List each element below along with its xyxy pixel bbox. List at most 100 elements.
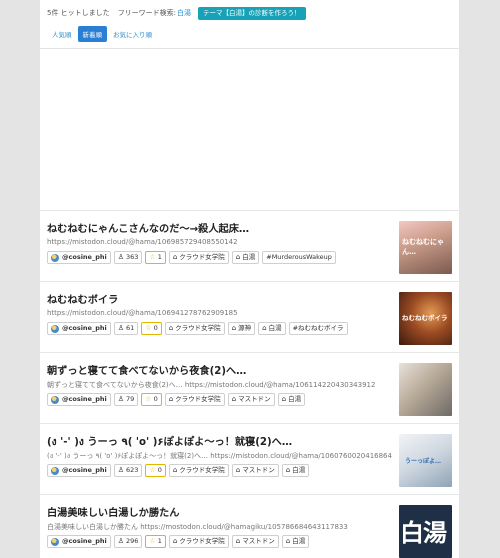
tag-chip[interactable]: ⌂ 源神 — [227, 322, 256, 335]
author-chip[interactable]: @cosine_phi — [47, 393, 111, 406]
tag-row: @cosine_phi ♙ 296 ☆ 1 ⌂ クラウド女学院 ⌂ マストドン ⌂ 白湯 — [47, 535, 310, 548]
person-icon: ♙ — [117, 466, 124, 474]
author-name: @cosine_phi — [62, 537, 107, 545]
tag-label: クラウド女学院 — [179, 253, 225, 261]
star-icon: ☆ — [149, 253, 156, 261]
tag-label: クラウド女学院 — [179, 466, 225, 474]
result-subtitle: 朝ずっと寝てて食べてないから夜食(2)へ… https://mistodon.c… — [47, 381, 376, 389]
tag-chip[interactable]: ⌂ クラウド女学院 — [164, 322, 225, 335]
sort-tabs: 人気順 新着順 お気に入り順 — [47, 25, 158, 42]
author-chip[interactable]: @cosine_phi — [47, 464, 111, 477]
star-count: 1 — [157, 253, 162, 261]
user-count-chip: ♙ 61 — [113, 322, 139, 335]
tab-favorites[interactable]: お気に入り順 — [108, 26, 157, 42]
tag-icon: ⌂ — [168, 324, 174, 332]
list-item[interactable]: ねむねむボイラ https://mistodon.cloud/@hama/106… — [40, 281, 459, 352]
tag-chip[interactable]: ⌂ 白湯 — [231, 251, 260, 264]
tag-icon: ⌂ — [285, 537, 291, 545]
person-icon: ♙ — [117, 324, 124, 332]
tag-icon: ⌂ — [231, 395, 237, 403]
author-chip[interactable]: @cosine_phi — [47, 535, 111, 548]
tag-icon: ⌂ — [281, 395, 287, 403]
tag-chip[interactable]: ⌂ マストドン — [231, 535, 279, 548]
tag-icon: ⌂ — [235, 466, 241, 474]
star-chip[interactable]: ☆ 0 — [141, 393, 162, 406]
tag-chip[interactable]: ⌂ クラウド女学院 — [168, 251, 229, 264]
tag-label: マストドン — [242, 537, 275, 545]
user-count: 61 — [126, 324, 135, 332]
star-chip[interactable]: ☆ 0 — [141, 322, 162, 335]
result-subtitle: (ง '-' )ง うーっ ٩( 'o' )۶ぽよぽよ〜っ！就寝(2)へ… ht… — [47, 452, 392, 460]
tag-chip[interactable]: #MurderousWakeup — [262, 251, 336, 264]
star-count: 0 — [153, 324, 158, 332]
thumbnail-caption: 白湯 — [400, 519, 447, 547]
tag-label: マストドン — [242, 466, 275, 474]
tag-label: 源神 — [238, 324, 252, 332]
star-count: 0 — [157, 466, 162, 474]
blank-ad-area — [40, 49, 459, 209]
star-chip[interactable]: ☆ 1 — [145, 251, 166, 264]
list-item[interactable]: ねむねむにゃんこさんなのだ〜→殺人起床… https://mistodon.cl… — [40, 210, 459, 281]
create-theme-button[interactable]: テーマ【白湯】の診断を作ろう！ — [198, 6, 306, 20]
list-item[interactable]: 朝ずっと寝てて食べてないから夜食(2)へ… 朝ずっと寝てて食べてないから夜食(2… — [40, 352, 459, 423]
author-name: @cosine_phi — [62, 324, 107, 332]
author-name: @cosine_phi — [62, 466, 107, 474]
tag-chip[interactable]: ⌂ 白湯 — [281, 535, 310, 548]
tag-chip[interactable]: ⌂ クラウド女学院 — [168, 464, 229, 477]
result-title[interactable]: 朝ずっと寝てて食べてないから夜食(2)へ… — [47, 362, 387, 377]
result-title[interactable]: ねむねむボイラ — [47, 291, 387, 306]
star-icon: ☆ — [149, 466, 156, 474]
tag-chip[interactable]: ⌂ 白湯 — [281, 464, 310, 477]
result-thumbnail[interactable]: ねむねむにゃん… — [399, 221, 452, 274]
tag-chip[interactable]: ⌂ マストドン — [227, 393, 275, 406]
tab-newest[interactable]: 新着順 — [77, 25, 107, 42]
result-thumbnail[interactable] — [399, 363, 452, 416]
user-count-chip: ♙ 363 — [113, 251, 143, 264]
avatar — [51, 253, 59, 262]
main-panel: 5件 ヒットしました フリーワード検索: 白湯 テーマ【白湯】の診断を作ろう！ … — [40, 0, 459, 558]
result-thumbnail[interactable]: ねむねむボイラ — [399, 292, 452, 345]
star-icon: ☆ — [145, 395, 152, 403]
result-title[interactable]: 白湯美味しい白湯しか勝たん — [47, 504, 387, 519]
result-thumbnail[interactable]: うーっぽよ… — [399, 434, 452, 487]
author-chip[interactable]: @cosine_phi — [47, 322, 111, 335]
tag-chip[interactable]: ⌂ クラウド女学院 — [164, 393, 225, 406]
tag-label: 白湯 — [288, 395, 302, 403]
user-count: 623 — [126, 466, 139, 474]
author-chip[interactable]: @cosine_phi — [47, 251, 111, 264]
user-count: 79 — [126, 395, 135, 403]
tag-label: クラウド女学院 — [179, 537, 225, 545]
tab-popular[interactable]: 人気順 — [47, 26, 77, 42]
star-chip[interactable]: ☆ 1 — [145, 535, 166, 548]
free-word-value[interactable]: 白湯 — [177, 8, 191, 18]
list-item[interactable]: (ง '-' )ง うーっ ٩( 'o' )۶ぽよぽよ〜っ！就寝(2)へ… (ง… — [40, 423, 459, 494]
tag-icon: ⌂ — [235, 537, 241, 545]
user-count: 363 — [126, 253, 139, 261]
avatar — [51, 324, 59, 333]
star-chip[interactable]: ☆ 0 — [145, 464, 166, 477]
user-count-chip: ♙ 79 — [113, 393, 139, 406]
tag-chip[interactable]: ⌂ クラウド女学院 — [168, 535, 229, 548]
result-title[interactable]: ねむねむにゃんこさんなのだ〜→殺人起床… — [47, 220, 387, 235]
thumbnail-caption: うーっぽよ… — [405, 458, 442, 465]
tag-row: @cosine_phi ♙ 61 ☆ 0 ⌂ クラウド女学院 ⌂ 源神 ⌂ 白湯 #ねむね… — [47, 322, 348, 335]
tag-icon: ⌂ — [172, 466, 178, 474]
tag-chip[interactable]: #ねむねむボイラ — [288, 322, 348, 335]
tag-icon: ⌂ — [235, 253, 241, 261]
star-count: 0 — [153, 395, 158, 403]
tag-icon: ⌂ — [262, 324, 267, 332]
tag-row: @cosine_phi ♙ 623 ☆ 0 ⌂ クラウド女学院 ⌂ マストドン ⌂ 白湯 — [47, 464, 310, 477]
result-title[interactable]: (ง '-' )ง うーっ ٩( 'o' )۶ぽよぽよ〜っ！就寝(2)へ… — [47, 433, 387, 450]
result-list: ねむねむにゃんこさんなのだ〜→殺人起床… https://mistodon.cl… — [40, 210, 459, 558]
list-item[interactable]: 白湯美味しい白湯しか勝たん 白湯美味しい白湯しか勝たん https://most… — [40, 494, 459, 558]
user-count: 296 — [126, 537, 139, 545]
tag-chip[interactable]: ⌂ 白湯 — [258, 322, 286, 335]
result-subtitle: 白湯美味しい白湯しか勝たん https://mostodon.cloud/@ha… — [47, 523, 348, 531]
tag-chip[interactable]: ⌂ マストドン — [231, 464, 279, 477]
result-thumbnail[interactable]: 白湯 — [399, 505, 452, 558]
tag-chip[interactable]: ⌂ 白湯 — [277, 393, 306, 406]
tag-label: #ねむねむボイラ — [292, 324, 344, 332]
tag-label: 白湯 — [292, 466, 306, 474]
tag-icon: ⌂ — [285, 466, 291, 474]
tag-label: 白湯 — [292, 537, 306, 545]
